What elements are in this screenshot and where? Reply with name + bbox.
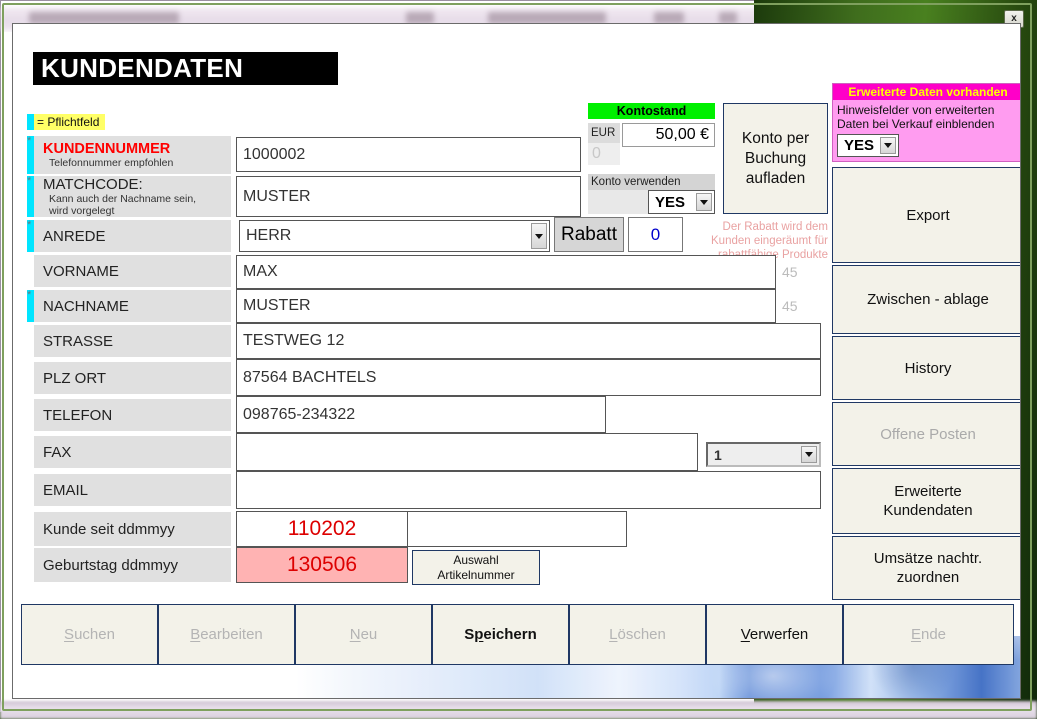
input-vorname[interactable]: MAX: [236, 255, 776, 289]
chevron-down-icon[interactable]: [880, 137, 896, 154]
label-plz-ort-text: PLZ ORT: [43, 369, 107, 387]
side-button-export[interactable]: Export: [832, 167, 1020, 263]
side-button-zwischenablage[interactable]: Zwischen - ablage: [832, 265, 1020, 334]
select-konto-verwenden[interactable]: YES: [648, 190, 715, 214]
select-erweiterte-daten-value: YES: [844, 137, 875, 154]
bottom-button-bearbeiten-label: Bearbeiten: [190, 626, 263, 643]
counter-nachname: 45: [782, 298, 798, 314]
label-konto-verwenden: Konto verwenden: [588, 174, 715, 190]
label-anrede: ANREDE: [34, 220, 231, 252]
label-telefon-text: TELEFON: [43, 406, 113, 424]
side-button-umsaetze-zuordnen[interactable]: Umsätze nachtr. zuordnen: [832, 536, 1020, 600]
mandatory-marker-icon: [27, 114, 34, 130]
chevron-down-icon[interactable]: [696, 193, 712, 211]
label-kunde-seit: Kunde seit ddmmyy: [34, 512, 231, 546]
label-geburtstag-text: Geburtstag ddmmyy: [43, 556, 179, 574]
input-kunde-seit[interactable]: 110202: [236, 511, 408, 547]
konto-aufladen-button[interactable]: Konto per Buchung aufladen: [723, 103, 828, 214]
bottom-button-ende-label: Ende: [910, 626, 947, 643]
label-anrede-text: ANREDE: [43, 227, 106, 245]
bottom-button-verwerfen[interactable]: Verwerfen: [706, 604, 843, 665]
label-email-text: EMAIL: [43, 481, 89, 499]
label-plz-ort: PLZ ORT: [34, 362, 231, 394]
label-telefon: TELEFON: [34, 399, 231, 431]
input-kunde-seit-extra[interactable]: [408, 511, 627, 547]
taskbar-strip: [0, 701, 1037, 719]
mandatory-marker-anrede: [27, 219, 34, 252]
input-telefon[interactable]: 098765-234322: [236, 396, 606, 433]
side-button-history[interactable]: History: [832, 336, 1020, 400]
counter-vorname: 45: [782, 264, 798, 280]
label-geburtstag: Geburtstag ddmmyy: [34, 548, 231, 582]
erweiterte-daten-panel: Erweiterte Daten vorhanden Hinweisfelder…: [832, 83, 1020, 162]
rabatt-value[interactable]: 0: [628, 217, 683, 252]
bottom-button-neu[interactable]: Neu: [295, 604, 432, 665]
label-kunde-seit-text: Kunde seit ddmmyy: [43, 520, 175, 538]
bottom-button-suchen-label: Suchen: [64, 626, 115, 643]
label-kundennummer-sub: Telefonnummer empfohlen: [49, 157, 174, 169]
label-matchcode-text: MATCHCODE:: [43, 176, 143, 193]
bottom-button-bearbeiten[interactable]: Bearbeiten: [158, 604, 295, 665]
kontostand-zero-display: 0: [588, 143, 620, 165]
label-matchcode-sub: Kann auch der Nachname sein, wird vorgel…: [49, 193, 197, 217]
bottom-button-loeschen-label: Löschen: [609, 626, 666, 643]
input-email[interactable]: [236, 471, 821, 509]
select-konto-verwenden-value: YES: [655, 193, 686, 211]
erweiterte-daten-header: Erweiterte Daten vorhanden: [833, 84, 1020, 100]
side-button-erweiterte-kundendaten[interactable]: Erweiterte Kundendaten: [832, 468, 1020, 534]
chevron-down-icon[interactable]: [801, 446, 817, 463]
erweiterte-daten-note: Hinweisfelder von erweiterten Daten bei …: [837, 103, 995, 131]
kontostand-balance[interactable]: 50,00 €: [622, 123, 715, 147]
kundendaten-form-window: KUNDENDATEN = Pflichtfeld KUNDENNUMMER T…: [12, 23, 1021, 699]
label-strasse-text: STRASSE: [43, 332, 114, 350]
input-strasse[interactable]: TESTWEG 12: [236, 323, 821, 359]
chevron-down-icon[interactable]: [531, 223, 547, 249]
label-strasse: STRASSE: [34, 325, 231, 357]
kontostand-currency-label: EUR: [588, 123, 620, 143]
select-fax-index-value: 1: [714, 446, 722, 463]
select-anrede-value: HERR: [246, 227, 292, 244]
select-erweiterte-daten[interactable]: YES: [837, 134, 899, 157]
label-nachname-text: NACHNAME: [43, 297, 129, 315]
legend-label: = Pflichtfeld: [37, 115, 100, 129]
label-nachname: NACHNAME: [34, 290, 231, 322]
input-kundennummer[interactable]: 1000002: [236, 137, 581, 172]
bottom-button-speichern-label: Speichern: [464, 626, 537, 643]
label-kundennummer: KUNDENNUMMER Telefonnummer empfohlen: [34, 136, 231, 174]
bottom-button-ende[interactable]: Ende: [843, 604, 1014, 665]
select-anrede[interactable]: HERR: [239, 220, 550, 252]
input-geburtstag[interactable]: 130506: [236, 547, 408, 583]
bottom-button-speichern[interactable]: Speichern: [432, 604, 569, 665]
input-fax[interactable]: [236, 433, 698, 471]
mandatory-marker-kundennummer: [27, 135, 34, 174]
label-fax-text: FAX: [43, 443, 72, 461]
bottom-button-neu-label: Neu: [349, 626, 378, 643]
side-button-offene-posten[interactable]: Offene Posten: [832, 402, 1020, 466]
mandatory-marker-matchcode: [27, 175, 34, 217]
bottom-button-suchen[interactable]: Suchen: [21, 604, 158, 665]
bottom-button-verwerfen-label: Verwerfen: [740, 626, 809, 643]
label-vorname-text: VORNAME: [43, 262, 119, 280]
label-fax: FAX: [34, 436, 231, 468]
kontostand-header: Kontostand: [588, 103, 715, 119]
bottom-button-loeschen[interactable]: Löschen: [569, 604, 706, 665]
label-email: EMAIL: [34, 474, 231, 506]
label-matchcode: MATCHCODE: Kann auch der Nachname sein, …: [34, 176, 231, 217]
input-nachname[interactable]: MUSTER: [236, 289, 776, 323]
rabatt-button[interactable]: Rabatt: [554, 217, 624, 252]
page-title: KUNDENDATEN: [33, 52, 338, 85]
label-kundennummer-text: KUNDENNUMMER: [43, 141, 171, 157]
page-title-text: KUNDENDATEN: [41, 53, 244, 83]
konto-verwenden-spacer: [588, 190, 648, 214]
select-fax-index[interactable]: 1: [706, 442, 821, 467]
mandatory-field-legend: = Pflichtfeld: [27, 114, 106, 130]
mandatory-marker-nachname: [27, 289, 34, 322]
input-plz-ort[interactable]: 87564 BACHTELS: [236, 359, 821, 396]
auswahl-artikelnummer-button[interactable]: Auswahl Artikelnummer: [412, 550, 540, 585]
label-vorname: VORNAME: [34, 255, 231, 287]
input-matchcode[interactable]: MUSTER: [236, 176, 581, 217]
